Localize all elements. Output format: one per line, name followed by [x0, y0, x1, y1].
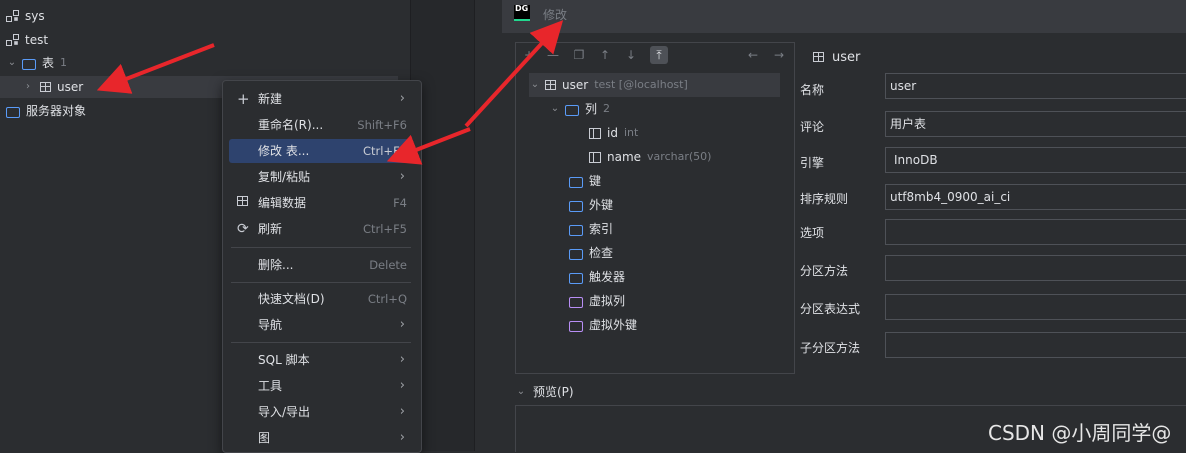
menu-item-delete[interactable]: 删除... Delete — [229, 253, 413, 277]
column-icon — [589, 127, 601, 139]
engine-select[interactable]: InnoDB — [885, 147, 1186, 173]
chevron-down-icon[interactable]: ⌄ — [529, 73, 541, 97]
prop-label-name: 名称 — [800, 83, 825, 97]
menu-item-import-export[interactable]: 导入/导出 › — [229, 400, 413, 424]
chevron-down-icon[interactable]: ⌄ — [549, 97, 561, 121]
tree-item-server-objects[interactable]: 服务器对象 — [6, 100, 86, 122]
menu-item-tools[interactable]: 工具 › — [229, 374, 413, 398]
folder-icon — [569, 200, 583, 212]
struct-item-virtual-foreign-keys[interactable]: 虚拟外键 — [569, 313, 637, 337]
datagrip-logo: DG — [514, 5, 530, 21]
modify-table-dialog: DG 修改 + — ❐ ↑ ↓ ⤒ ← → ⌄ user test [@loca… — [502, 0, 1186, 452]
partition-method-field[interactable] — [885, 255, 1186, 281]
prop-label-collation: 排序规则 — [800, 192, 849, 206]
collation-field[interactable]: utf8mb4_0900_ai_ci — [885, 184, 1186, 210]
subpartition-method-field[interactable] — [885, 332, 1186, 358]
struct-item-checks[interactable]: 检查 — [569, 241, 613, 265]
prop-label-partition-method: 分区方法 — [800, 264, 849, 278]
chevron-down-icon[interactable]: ⌄ — [6, 52, 18, 74]
remove-icon[interactable]: — — [544, 46, 562, 64]
comment-field[interactable]: 用户表 — [885, 111, 1186, 137]
submenu-arrow-icon: › — [399, 317, 405, 332]
table-icon — [813, 52, 824, 62]
dialog-title: 修改 — [543, 8, 568, 22]
side-strip — [474, 0, 503, 451]
move-down-icon[interactable]: ↓ — [622, 46, 640, 64]
menu-item-modify-table[interactable]: 修改 表... Ctrl+F6 — [229, 139, 413, 163]
options-field[interactable] — [885, 219, 1186, 245]
prop-label-partition-expression: 分区表达式 — [800, 302, 861, 316]
column-icon — [589, 151, 601, 163]
submenu-arrow-icon: › — [399, 378, 405, 393]
move-up-icon[interactable]: ↑ — [596, 46, 614, 64]
structure-panel: + — ❐ ↑ ↓ ⤒ ← → ⌄ user test [@localhost]… — [515, 42, 795, 374]
tree-item-sys[interactable]: sys — [6, 5, 45, 27]
menu-item-rename[interactable]: 重命名(R)... Shift+F6 — [229, 113, 413, 137]
folder-icon — [569, 272, 583, 284]
struct-item-foreign-keys[interactable]: 外键 — [569, 193, 613, 217]
struct-item-virtual-columns[interactable]: 虚拟列 — [569, 289, 625, 313]
tree-item-test[interactable]: test — [6, 29, 48, 51]
chevron-down-icon: ⌄ — [516, 386, 526, 397]
menu-item-quick-doc[interactable]: 快速文档(D) Ctrl+Q — [229, 287, 413, 311]
virtual-folder-icon — [569, 296, 583, 308]
prop-label-options: 选项 — [800, 226, 825, 240]
table-icon — [545, 80, 556, 90]
menu-separator — [231, 342, 411, 343]
folder-icon — [569, 248, 583, 260]
menu-item-navigate[interactable]: 导航 › — [229, 313, 413, 337]
plus-icon: + — [237, 90, 250, 108]
server-objects-icon — [6, 106, 20, 118]
forward-icon[interactable]: → — [770, 46, 788, 64]
schema-icon — [6, 10, 19, 22]
chevron-right-icon[interactable]: › — [22, 76, 34, 98]
tree-item-tables[interactable]: ⌄ 表 1 — [6, 52, 67, 74]
submenu-arrow-icon: › — [399, 430, 405, 445]
table-icon — [40, 82, 51, 92]
table-icon — [237, 196, 248, 206]
add-icon[interactable]: + — [520, 46, 538, 64]
prop-label-comment: 评论 — [800, 120, 825, 134]
prop-label-engine: 引擎 — [800, 156, 825, 170]
context-menu: + 新建 › 重命名(R)... Shift+F6 修改 表... Ctrl+F… — [222, 80, 422, 453]
dialog-title-bar[interactable]: DG 修改 — [502, 0, 1186, 33]
menu-item-refresh[interactable]: ⟳ 刷新 Ctrl+F5 — [229, 217, 413, 241]
copy-icon[interactable]: ❐ — [570, 46, 588, 64]
struct-item-indexes[interactable]: 索引 — [569, 217, 613, 241]
refresh-icon: ⟳ — [237, 221, 249, 237]
virtual-folder-icon — [569, 320, 583, 332]
struct-item-keys[interactable]: 键 — [569, 169, 601, 193]
struct-item-table[interactable]: ⌄ user test [@localhost] — [529, 73, 780, 97]
folder-icon — [565, 104, 579, 116]
struct-item-column-id[interactable]: id int — [589, 121, 638, 145]
preview-section-toggle[interactable]: ⌄ 预览(P) — [515, 383, 574, 400]
menu-item-new[interactable]: + 新建 › — [229, 87, 413, 111]
submenu-arrow-icon: › — [399, 404, 405, 419]
menu-item-sql-scripts[interactable]: SQL 脚本 › — [229, 348, 413, 372]
menu-item-copy-paste[interactable]: 复制/粘贴 › — [229, 165, 413, 189]
folder-icon — [569, 224, 583, 236]
move-top-icon[interactable]: ⤒ — [650, 46, 668, 64]
name-field[interactable]: user — [885, 73, 1186, 99]
back-icon[interactable]: ← — [744, 46, 762, 64]
struct-item-column-name[interactable]: name varchar(50) — [589, 145, 711, 169]
watermark: CSDN @小周同学@ — [988, 421, 1172, 445]
menu-separator — [231, 282, 411, 283]
submenu-arrow-icon: › — [399, 91, 405, 106]
struct-item-triggers[interactable]: 触发器 — [569, 265, 625, 289]
struct-item-columns[interactable]: ⌄ 列 2 — [549, 97, 610, 121]
folder-icon — [22, 58, 36, 70]
partition-expression-field[interactable] — [885, 294, 1186, 320]
properties-header: user — [813, 47, 860, 67]
menu-item-edit-data[interactable]: 编辑数据 F4 — [229, 191, 413, 215]
menu-item-diagrams[interactable]: 图 › — [229, 426, 413, 450]
menu-separator — [231, 247, 411, 248]
schema-icon — [6, 34, 19, 46]
submenu-arrow-icon: › — [399, 352, 405, 367]
prop-label-subpartition-method: 子分区方法 — [800, 341, 861, 355]
submenu-arrow-icon: › — [399, 169, 405, 184]
folder-icon — [569, 176, 583, 188]
